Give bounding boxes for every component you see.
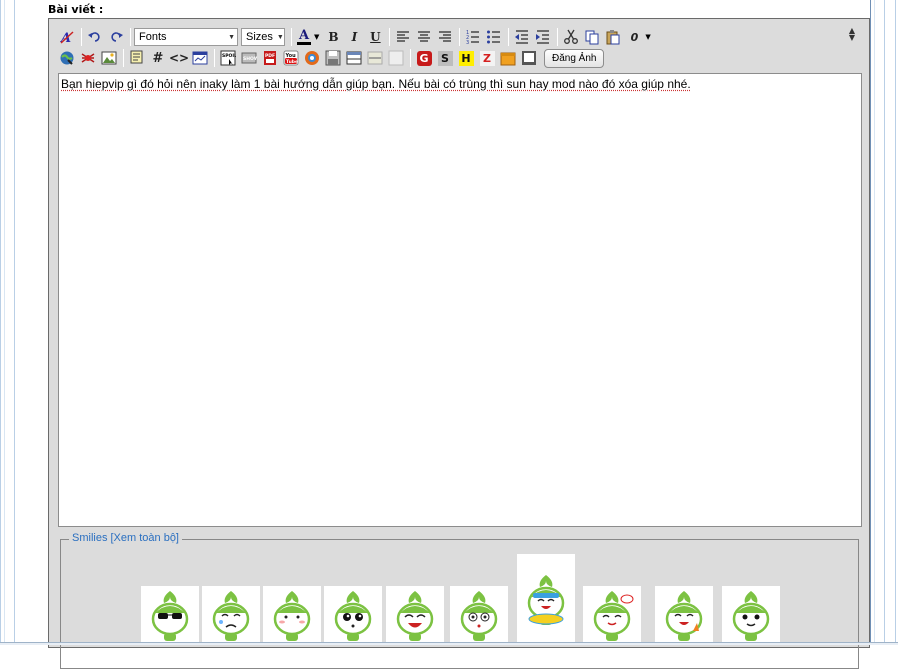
undo-icon[interactable] (85, 27, 105, 47)
image-icon[interactable] (99, 48, 119, 68)
svg-text:SHOW: SHOW (243, 56, 257, 62)
resize-toggle-icon[interactable]: ▲ ▼ (846, 27, 858, 49)
underline-icon[interactable]: U (365, 27, 385, 47)
smiley-surprised-icon[interactable] (324, 586, 382, 644)
toolbar-separator (508, 28, 509, 46)
svg-text:PDF: PDF (265, 53, 275, 59)
smiley-dizzy-icon[interactable] (450, 586, 508, 644)
blank-icon[interactable] (386, 48, 406, 68)
link-icon[interactable] (57, 48, 77, 68)
google-icon[interactable]: G (414, 48, 434, 68)
smilies-legend[interactable]: Smilies [Xem toàn bộ] (69, 532, 182, 544)
smiley-laughing-icon[interactable] (386, 586, 444, 644)
align-right-icon[interactable] (435, 27, 455, 47)
bold-icon[interactable]: B (323, 27, 343, 47)
smiley-bye-icon[interactable] (583, 586, 641, 644)
toolbar-separator (410, 49, 411, 67)
text-color-glyph: A (299, 30, 309, 42)
svg-text:SPOIL: SPOIL (222, 53, 236, 59)
toolbar-separator (123, 49, 124, 67)
youtube-icon[interactable]: You Tube (281, 48, 301, 68)
chevron-down-icon: ▼ (277, 34, 284, 41)
chevron-down-icon[interactable]: ▼ (314, 33, 319, 41)
toolbar-row-2: # <> SPOIL SHOW PDF You Tube G S H Z Đăng… (57, 48, 604, 68)
upload-image-button[interactable]: Đăng Ảnh (544, 49, 604, 68)
size-select[interactable]: Sizes ▼ (241, 28, 285, 46)
paste-icon[interactable] (603, 27, 623, 47)
toolbar-separator (389, 28, 390, 46)
spoiler-icon[interactable]: SPOIL (218, 48, 238, 68)
strike-glyph: S (438, 51, 453, 66)
zing-glyph: Z (480, 51, 495, 66)
smiley-victory-icon[interactable] (655, 586, 713, 644)
svg-text:A: A (59, 31, 71, 45)
page-frame-right (870, 0, 871, 645)
email-icon[interactable]: SHOW (239, 48, 259, 68)
text-color-icon[interactable]: A (295, 27, 313, 47)
post-editor: A Fonts ▼ Sizes ▼ A ▼ B I U 123 (48, 18, 870, 648)
message-content: Bạn hiepvip gì đó hỏi nên inaky làm 1 bà… (61, 77, 691, 91)
color-swatch (297, 42, 311, 45)
align-center-icon[interactable] (414, 27, 434, 47)
message-textarea[interactable]: Bạn hiepvip gì đó hỏi nên inaky làm 1 bà… (58, 73, 862, 527)
copy-icon[interactable] (582, 27, 602, 47)
page-frame-left (0, 0, 1, 645)
svg-text:Tube: Tube (286, 59, 298, 65)
flash-icon[interactable] (302, 48, 322, 68)
strike-icon[interactable]: S (435, 48, 455, 68)
google-glyph: G (417, 51, 432, 66)
save-icon[interactable] (323, 48, 343, 68)
table-icon[interactable] (344, 48, 364, 68)
chevron-down-icon: ▼ (228, 34, 235, 41)
ordered-list-icon[interactable]: 123 (463, 27, 483, 47)
page-frame-right-inner (874, 0, 875, 645)
post-label: Bài viết : (48, 3, 103, 16)
php-icon[interactable] (190, 48, 210, 68)
chevron-down-icon[interactable]: ▼ (645, 33, 650, 41)
highlight-icon[interactable]: H (456, 48, 476, 68)
hash-icon[interactable]: # (148, 48, 168, 68)
italic-icon[interactable]: I (344, 27, 364, 47)
remove-format-icon[interactable]: A (57, 27, 77, 47)
smilies-panel: Smilies [Xem toàn bộ] (60, 539, 859, 669)
smiley-swimming-icon[interactable] (517, 554, 575, 644)
smiley-shy-icon[interactable] (263, 586, 321, 644)
redo-icon[interactable] (106, 27, 126, 47)
unlink-icon[interactable] (78, 48, 98, 68)
screen-icon[interactable] (519, 48, 539, 68)
align-left-icon[interactable] (393, 27, 413, 47)
smiley-sunglasses-icon[interactable] (141, 586, 199, 644)
toolbar-separator (291, 28, 292, 46)
page-frame-right-outer (895, 0, 896, 645)
code-icon[interactable]: <> (169, 48, 189, 68)
toolbar-separator (130, 28, 131, 46)
box-icon[interactable] (498, 48, 518, 68)
smiley-crying-icon[interactable] (202, 586, 260, 644)
toolbar-row-1: A Fonts ▼ Sizes ▼ A ▼ B I U 123 (57, 27, 651, 47)
cut-icon[interactable] (561, 27, 581, 47)
smiley-smile-icon[interactable] (722, 586, 780, 644)
page-frame-left-edge (14, 0, 15, 645)
attach-icon[interactable]: 0 (624, 27, 644, 47)
horizontal-rule-icon[interactable] (365, 48, 385, 68)
toolbar-separator (81, 28, 82, 46)
pdf-icon[interactable]: PDF (260, 48, 280, 68)
svg-text:3: 3 (466, 40, 469, 45)
size-select-value: Sizes (246, 31, 273, 43)
toolbar-separator (557, 28, 558, 46)
page-frame-left-inner (4, 0, 5, 645)
zing-icon[interactable]: Z (477, 48, 497, 68)
font-select-value: Fonts (139, 31, 167, 43)
outdent-icon[interactable] (512, 27, 532, 47)
highlight-glyph: H (459, 51, 474, 66)
font-select[interactable]: Fonts ▼ (134, 28, 238, 46)
quote-icon[interactable] (127, 48, 147, 68)
toolbar-separator (214, 49, 215, 67)
indent-icon[interactable] (533, 27, 553, 47)
unordered-list-icon[interactable] (484, 27, 504, 47)
toolbar-separator (459, 28, 460, 46)
page-frame-right-edge (884, 0, 885, 645)
